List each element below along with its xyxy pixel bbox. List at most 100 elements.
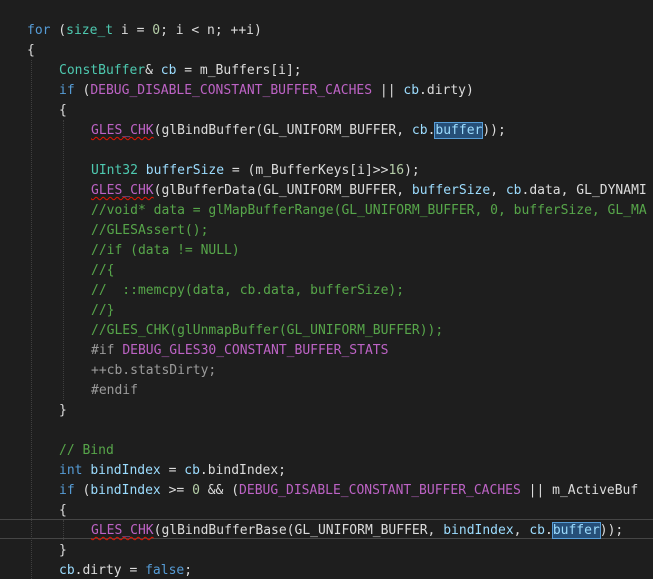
code-token: )); bbox=[482, 123, 506, 138]
code-token: . bbox=[544, 523, 553, 538]
code-line[interactable]: ConstBuffer& cb = m_Buffers[i]; bbox=[59, 61, 302, 81]
code-token: //void* data = glMapBufferRange(GL_UNIFO… bbox=[91, 203, 647, 218]
code-editor[interactable]: for (size_t i = 0; i < n; ++i){ConstBuff… bbox=[0, 0, 653, 579]
code-token: //} bbox=[91, 303, 115, 318]
code-token: ); bbox=[404, 163, 420, 178]
code-token: } bbox=[59, 543, 67, 558]
code-line[interactable]: // ::memcpy(data, cb.data, bufferSize); bbox=[91, 281, 404, 301]
code-line[interactable]: { bbox=[59, 501, 67, 521]
code-line[interactable]: //GLES_CHK(glUnmapBuffer(GL_UNIFORM_BUFF… bbox=[91, 321, 443, 341]
code-token: //{ bbox=[91, 263, 115, 278]
code-token: .data, GL_DYNAMI bbox=[521, 183, 647, 198]
code-token: .dirty) bbox=[419, 83, 474, 98]
code-line[interactable]: //{ bbox=[91, 261, 114, 281]
code-token: UInt32 bbox=[91, 163, 138, 178]
code-token: 0 bbox=[192, 483, 200, 498]
code-token: DEBUG_DISABLE_CONSTANT_BUFFER_CACHES bbox=[90, 83, 373, 98]
code-token: & bbox=[145, 63, 161, 78]
code-token: GLES_CHK bbox=[91, 523, 154, 538]
code-line[interactable]: GLES_CHK(glBufferData(GL_UNIFORM_BUFFER,… bbox=[91, 181, 647, 201]
code-token: #endif bbox=[91, 383, 138, 398]
code-line[interactable]: #if DEBUG_GLES30_CONSTANT_BUFFER_STATS bbox=[91, 341, 388, 361]
code-token: i = bbox=[113, 23, 153, 38]
indent-guide bbox=[31, 60, 32, 579]
code-line[interactable]: //GLESAssert(); bbox=[91, 221, 208, 241]
code-token: cb bbox=[411, 123, 428, 138]
code-token: >= bbox=[160, 483, 193, 498]
code-token: , bbox=[513, 523, 530, 538]
code-token: //GLESAssert(); bbox=[91, 223, 209, 238]
code-token: || bbox=[372, 83, 404, 98]
code-token: ; i < n; ++i) bbox=[160, 23, 262, 38]
code-token: )); bbox=[599, 523, 624, 538]
code-token: size_t bbox=[66, 23, 114, 38]
code-token: cb bbox=[160, 63, 177, 78]
code-token: cb bbox=[505, 183, 522, 198]
highlighted-token: buffer bbox=[434, 122, 484, 139]
code-token: // Bind bbox=[59, 443, 114, 458]
code-token: .dirty = bbox=[74, 563, 146, 578]
code-line[interactable]: UInt32 bufferSize = (m_BufferKeys[i]>>16… bbox=[91, 161, 420, 181]
code-token: GLES_CHK bbox=[91, 123, 154, 138]
code-token: (glBindBuffer(GL_UNIFORM_BUFFER, bbox=[153, 123, 412, 138]
code-line[interactable]: ++cb.statsDirty; bbox=[91, 361, 216, 381]
code-token: // ::memcpy(data, cb.data, bufferSize); bbox=[91, 283, 405, 298]
code-line[interactable]: for (size_t i = 0; i < n; ++i) bbox=[27, 21, 262, 41]
code-line[interactable]: if (bindIndex >= 0 && (DEBUG_DISABLE_CON… bbox=[59, 481, 638, 501]
code-token: || m_ActiveBuf bbox=[520, 483, 639, 498]
code-token: //if (data != NULL) bbox=[91, 243, 240, 258]
code-token: (glBindBufferBase(GL_UNIFORM_BUFFER, bbox=[153, 523, 444, 538]
code-line[interactable]: //void* data = glMapBufferRange(GL_UNIFO… bbox=[91, 201, 647, 221]
code-token: for bbox=[27, 23, 51, 38]
code-line[interactable]: int bindIndex = cb.bindIndex; bbox=[59, 461, 286, 481]
code-token: cb bbox=[529, 523, 545, 538]
code-token: if bbox=[59, 483, 75, 498]
code-token: bindIndex bbox=[90, 463, 161, 478]
code-token: 0 bbox=[152, 23, 161, 38]
code-line[interactable]: //} bbox=[91, 301, 114, 321]
code-line[interactable]: //if (data != NULL) bbox=[91, 241, 240, 261]
code-line[interactable]: { bbox=[27, 41, 35, 61]
code-line[interactable]: { bbox=[59, 101, 67, 121]
code-token: #if bbox=[91, 343, 115, 358]
code-token: } bbox=[59, 403, 67, 418]
code-line[interactable]: } bbox=[59, 541, 67, 561]
code-token: ( bbox=[74, 83, 91, 98]
code-token: ( bbox=[74, 483, 91, 498]
code-token: cb bbox=[59, 563, 75, 578]
code-token: bufferSize bbox=[411, 183, 491, 198]
code-token: ++cb.statsDirty; bbox=[91, 363, 217, 378]
code-line[interactable]: } bbox=[59, 401, 67, 421]
code-line[interactable]: GLES_CHK(glBindBuffer(GL_UNIFORM_BUFFER,… bbox=[91, 121, 506, 141]
code-token: int bbox=[59, 463, 83, 478]
code-token: //GLES_CHK(glUnmapBuffer(GL_UNIFORM_BUFF… bbox=[91, 323, 444, 338]
code-token: if bbox=[59, 83, 75, 98]
code-token: ; bbox=[184, 563, 193, 578]
code-token: bufferSize bbox=[145, 163, 225, 178]
code-line[interactable]: #endif bbox=[91, 381, 138, 401]
code-token: { bbox=[27, 43, 35, 58]
code-token: DEBUG_DISABLE_CONSTANT_BUFFER_CACHES bbox=[239, 483, 521, 498]
code-token: bindIndex bbox=[443, 523, 514, 538]
code-token: DEBUG_GLES30_CONSTANT_BUFFER_STATS bbox=[122, 343, 389, 358]
code-token: cb bbox=[184, 463, 200, 478]
code-token: = bbox=[160, 463, 185, 478]
code-line[interactable]: GLES_CHK(glBindBufferBase(GL_UNIFORM_BUF… bbox=[91, 521, 623, 541]
code-token: 16 bbox=[388, 163, 405, 178]
code-line[interactable]: if (DEBUG_DISABLE_CONSTANT_BUFFER_CACHES… bbox=[59, 81, 474, 101]
code-line[interactable]: cb.dirty = false; bbox=[59, 561, 192, 579]
code-token: , bbox=[490, 183, 506, 198]
code-token: { bbox=[59, 503, 67, 518]
code-line[interactable]: // Bind bbox=[59, 441, 114, 461]
code-token: = m_Buffers[i]; bbox=[176, 63, 302, 78]
highlighted-token: buffer bbox=[551, 522, 601, 539]
code-token: .bindIndex; bbox=[199, 463, 286, 478]
indent-guide bbox=[63, 120, 64, 400]
indent-guide bbox=[63, 520, 64, 540]
code-token: = (m_BufferKeys[i]>> bbox=[224, 163, 389, 178]
code-token: cb bbox=[403, 83, 420, 98]
code-token: ConstBuffer bbox=[59, 63, 146, 78]
code-token: false bbox=[145, 563, 185, 578]
code-token: { bbox=[59, 103, 67, 118]
